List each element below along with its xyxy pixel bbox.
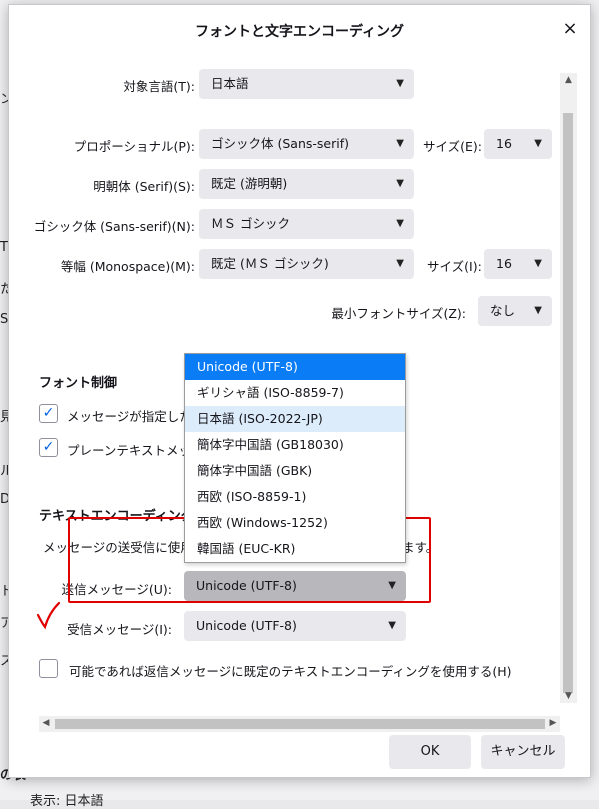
select-value: なし: [490, 303, 516, 318]
select-value: 既定 (游明朝): [211, 176, 288, 191]
min-font-size-select[interactable]: なし ▼: [478, 296, 552, 326]
chevron-down-icon: ▼: [396, 258, 404, 269]
select-value: Unicode (UTF-8): [196, 618, 297, 633]
proportional-select[interactable]: ゴシック体 (Sans-serif) ▼: [199, 129, 414, 159]
proportional-label: プロポーショナル(P):: [73, 139, 195, 154]
monospace-size-select[interactable]: 16 ▼: [484, 249, 552, 279]
outgoing-encoding-select[interactable]: Unicode (UTF-8) ▼: [184, 571, 406, 601]
chevron-down-icon: ▼: [396, 218, 404, 229]
serif-label: 明朝体 (Serif)(S):: [93, 179, 195, 194]
target-language-label: 対象言語(T):: [123, 79, 195, 94]
monospace-select[interactable]: 既定 (ＭＳ ゴシック) ▼: [199, 249, 414, 279]
close-button[interactable]: ×: [558, 17, 582, 41]
select-value: 既定 (ＭＳ ゴシック): [211, 256, 329, 271]
cancel-button[interactable]: キャンセル: [481, 735, 565, 769]
horizontal-scrollbar[interactable]: ◀ ▶: [39, 716, 560, 732]
chevron-down-icon: ▼: [396, 78, 404, 89]
scroll-up-icon[interactable]: ▲: [560, 75, 577, 85]
fonts-encoding-dialog: フォントと文字エンコーディング × 対象言語(T): 日本語 ▼ プロポーショナル…: [8, 4, 591, 778]
dialog-titlebar: フォントと文字エンコーディング ×: [9, 5, 590, 55]
dropdown-option[interactable]: Unicode (UTF-8): [185, 354, 405, 380]
dropdown-option[interactable]: ギリシャ語 (ISO-8859-7): [185, 380, 405, 406]
allow-message-fonts-checkbox[interactable]: ✓: [39, 404, 58, 423]
font-control-heading: フォント制御: [39, 376, 118, 391]
reply-default-encoding-label: 可能であれば返信メッセージに既定のテキストエンコーディングを使用する(H): [69, 664, 512, 679]
proportional-size-label: サイズ(E):: [423, 139, 482, 154]
proportional-size-select[interactable]: 16 ▼: [484, 129, 552, 159]
chevron-down-icon: ▼: [396, 178, 404, 189]
chevron-down-icon: ▼: [396, 138, 404, 149]
monospace-label: 等幅 (Monospace)(M):: [60, 259, 195, 274]
encoding-dropdown-list[interactable]: Unicode (UTF-8) ギリシャ語 (ISO-8859-7) 日本語 (…: [184, 353, 406, 563]
dropdown-option[interactable]: 韓国語 (EUC-KR): [185, 536, 405, 562]
monospace-size-label: サイズ(I):: [427, 259, 482, 274]
select-value: ゴシック体 (Sans-serif): [211, 136, 349, 151]
target-language-select[interactable]: 日本語 ▼: [199, 69, 414, 99]
dropdown-option[interactable]: 日本語 (ISO-2022-JP): [185, 406, 405, 432]
chevron-down-icon: ▼: [534, 138, 542, 149]
chevron-down-icon: ▼: [534, 305, 542, 316]
dropdown-option[interactable]: 簡体字中国語 (GB18030): [185, 432, 405, 458]
incoming-encoding-select[interactable]: Unicode (UTF-8) ▼: [184, 611, 406, 641]
chevron-down-icon: ▼: [534, 258, 542, 269]
checkmark-icon: ✓: [42, 439, 55, 455]
encoding-description: メッセージの送受信に使用す: [43, 540, 206, 555]
scroll-down-icon[interactable]: ▼: [560, 691, 577, 701]
sans-serif-select[interactable]: ＭＳ ゴシック ▼: [199, 209, 414, 239]
vertical-scroll-thumb[interactable]: [563, 113, 573, 693]
encoding-description-end: ます。: [402, 540, 439, 555]
dialog-title: フォントと文字エンコーディング: [194, 24, 405, 40]
dropdown-option[interactable]: 西欧 (ISO-8859-1): [185, 484, 405, 510]
text-encoding-heading: テキストエンコーディング: [39, 509, 194, 524]
dropdown-option[interactable]: 西欧 (Windows-1252): [185, 510, 405, 536]
outgoing-encoding-label: 送信メッセージ(U):: [61, 582, 172, 597]
checkmark-icon: ✓: [42, 405, 55, 421]
reply-default-encoding-checkbox[interactable]: [39, 659, 58, 678]
bg-text: T: [0, 240, 8, 255]
horizontal-scroll-thumb[interactable]: [55, 719, 545, 729]
select-value: 16: [496, 136, 512, 151]
select-value: 16: [496, 256, 512, 271]
chevron-down-icon: ▼: [388, 620, 396, 631]
ok-button[interactable]: OK: [389, 735, 471, 769]
dropdown-option[interactable]: 簡体字中国語 (GBK): [185, 458, 405, 484]
scroll-right-icon[interactable]: ▶: [546, 718, 560, 728]
select-value: Unicode (UTF-8): [196, 578, 297, 593]
select-value: ＭＳ ゴシック: [211, 216, 290, 231]
close-icon: ×: [562, 18, 578, 39]
scroll-left-icon[interactable]: ◀: [39, 718, 53, 728]
incoming-encoding-label: 受信メッセージ(I):: [67, 622, 172, 637]
chevron-down-icon: ▼: [388, 580, 396, 591]
select-value: 日本語: [211, 76, 249, 91]
plaintext-fixed-width-checkbox[interactable]: ✓: [39, 438, 58, 457]
serif-select[interactable]: 既定 (游明朝) ▼: [199, 169, 414, 199]
sans-serif-label: ゴシック体 (Sans-serif)(N):: [33, 219, 195, 234]
vertical-scrollbar[interactable]: ▲ ▼: [560, 73, 577, 703]
min-font-size-label: 最小フォントサイズ(Z):: [331, 306, 466, 321]
